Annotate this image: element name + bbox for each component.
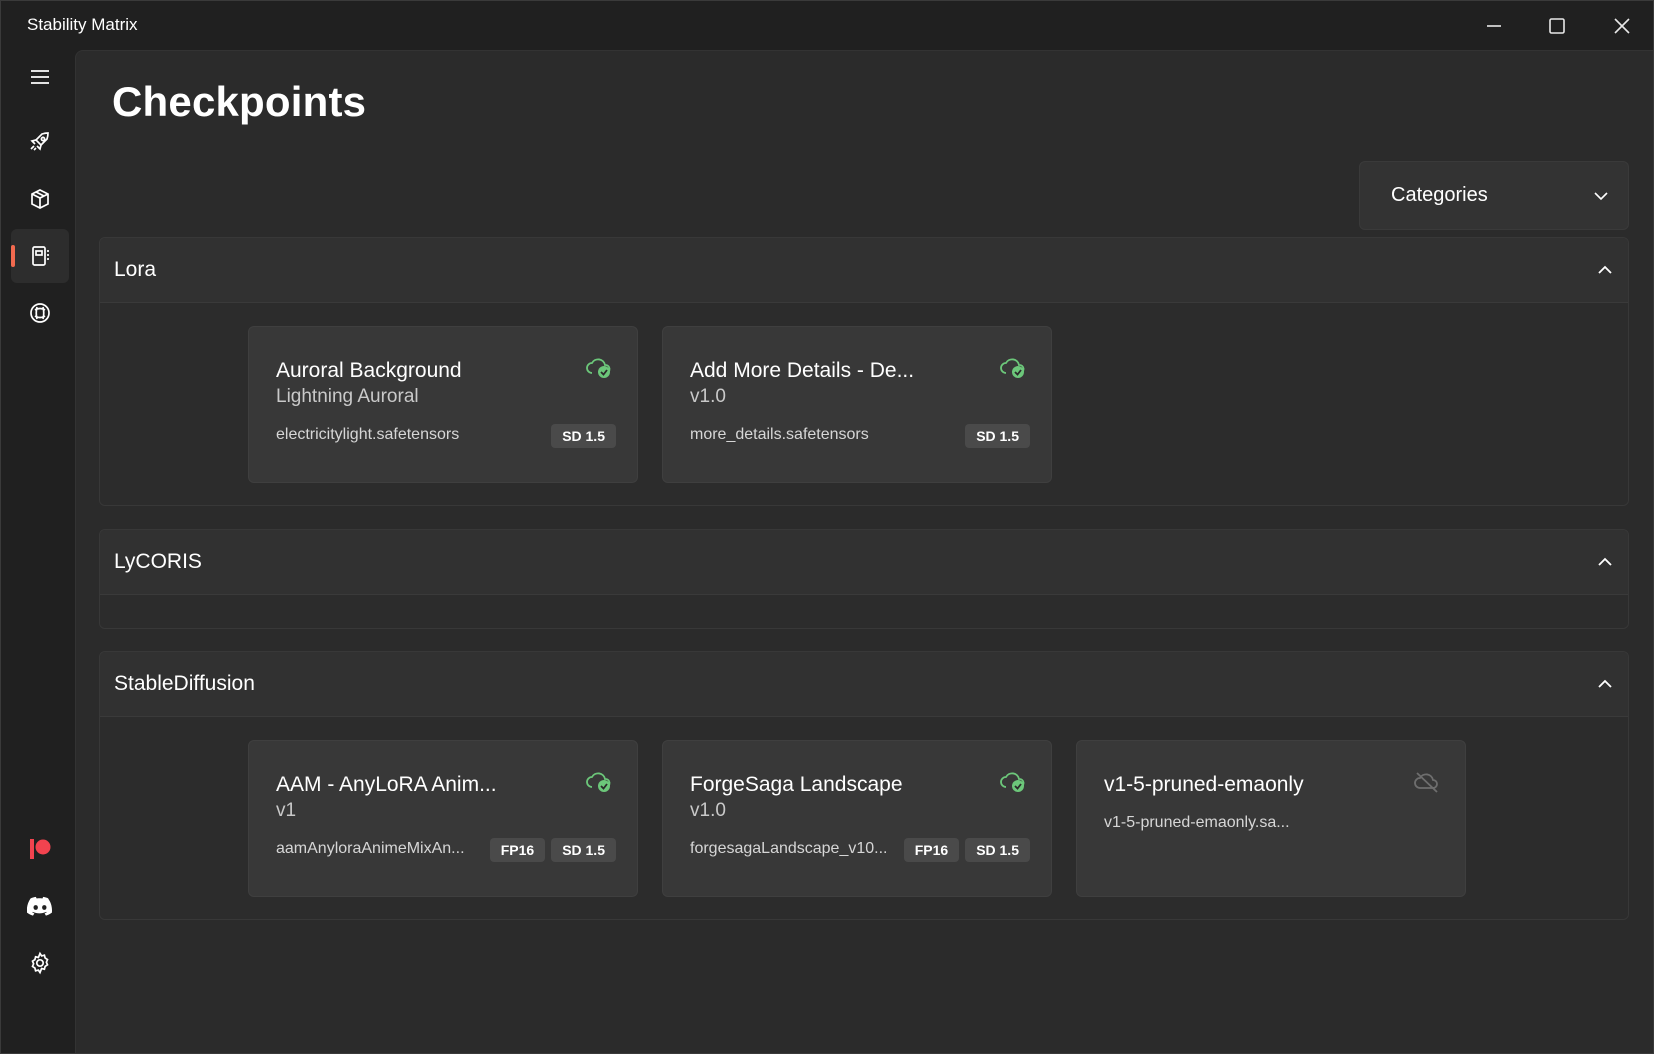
model-subtitle: v1: [276, 800, 297, 821]
sidebar-item-launch[interactable]: [11, 115, 69, 169]
group-title: StableDiffusion: [114, 672, 255, 695]
main-content: Checkpoints Categories Lora Auroral Back…: [75, 50, 1653, 1053]
model-filename: forgesagaLandscape_v10...: [690, 840, 888, 857]
base-model-badge: SD 1.5: [965, 424, 1030, 448]
page-title: Checkpoints: [112, 78, 367, 125]
app-title: Stability Matrix: [27, 15, 138, 34]
sidebar-item-settings[interactable]: [11, 936, 69, 990]
base-model-badge: SD 1.5: [965, 838, 1030, 862]
sidebar-item-checkpoints[interactable]: [11, 229, 69, 283]
sidebar-menu-toggle[interactable]: [11, 50, 69, 104]
sidebar-item-discord[interactable]: [11, 879, 69, 933]
group-header-lycoris[interactable]: LyCORIS: [100, 530, 1628, 595]
chevron-up-icon[interactable]: [1596, 553, 1614, 571]
precision-badge: FP16: [903, 838, 960, 862]
title-bar: Stability Matrix: [1, 1, 1653, 50]
group-title: Lora: [114, 258, 157, 281]
maximize-button[interactable]: [1524, 1, 1590, 50]
badge-list: SD 1.5: [965, 424, 1030, 448]
model-filename: aamAnyloraAnimeMixAn...: [276, 840, 465, 857]
categories-dropdown[interactable]: Categories: [1359, 161, 1629, 230]
model-filename: electricitylight.safetensors: [276, 426, 460, 443]
badge-list: FP16 SD 1.5: [903, 838, 1030, 862]
chevron-up-icon[interactable]: [1596, 675, 1614, 693]
minimize-icon: [1487, 24, 1501, 27]
model-filename: v1-5-pruned-emaonly.sa...: [1104, 814, 1290, 831]
badge-list: SD 1.5: [551, 424, 616, 448]
model-card[interactable]: AAM - AnyLoRA Anim... v1 aamAnyloraAnime…: [248, 740, 638, 897]
cloud-check-icon[interactable]: [999, 356, 1027, 380]
model-card[interactable]: v1-5-pruned-emaonly v1-5-pruned-emaonly.…: [1076, 740, 1466, 897]
model-card[interactable]: ForgeSaga Landscape v1.0 forgesagaLandsc…: [662, 740, 1052, 897]
group-body-stablediffusion: AAM - AnyLoRA Anim... v1 aamAnyloraAnime…: [100, 717, 1628, 919]
patreon-icon: [30, 839, 51, 859]
model-card[interactable]: Add More Details - De... v1.0 more_detai…: [662, 326, 1052, 483]
group-body-lora: Auroral Background Lightning Auroral ele…: [100, 303, 1628, 505]
close-button[interactable]: [1589, 1, 1653, 50]
close-icon: [1614, 17, 1630, 34]
group-lycoris: LyCORIS: [99, 529, 1629, 629]
gear-icon: [31, 951, 49, 975]
cloud-check-icon[interactable]: [999, 770, 1027, 794]
rocket-icon: [30, 132, 49, 151]
group-stablediffusion: StableDiffusion AAM - AnyLoRA Anim... v1…: [99, 651, 1629, 920]
group-header-stablediffusion[interactable]: StableDiffusion: [100, 652, 1628, 717]
model-subtitle: Lightning Auroral: [276, 386, 419, 407]
group-body-lycoris: [100, 595, 1628, 628]
model-title: v1-5-pruned-emaonly: [1104, 773, 1304, 796]
maximize-icon: [1549, 17, 1565, 34]
sidebar: [1, 50, 75, 1053]
model-title: Auroral Background: [276, 359, 462, 382]
chevron-up-icon[interactable]: [1596, 261, 1614, 279]
model-filename: more_details.safetensors: [690, 426, 869, 443]
group-title: LyCORIS: [114, 550, 202, 573]
cloud-off-icon[interactable]: [1413, 770, 1441, 794]
hamburger-icon: [31, 70, 49, 84]
model-subtitle: v1.0: [690, 386, 726, 407]
civitai-icon: [30, 303, 50, 323]
group-lora: Lora Auroral Background Lightning Aurora…: [99, 237, 1629, 506]
model-title: AAM - AnyLoRA Anim...: [276, 773, 497, 796]
model-title: ForgeSaga Landscape: [690, 773, 903, 796]
sidebar-item-model-browser[interactable]: [11, 286, 69, 340]
base-model-badge: SD 1.5: [551, 838, 616, 862]
model-card[interactable]: Auroral Background Lightning Auroral ele…: [248, 326, 638, 483]
cloud-check-icon[interactable]: [585, 770, 613, 794]
box-icon: [31, 189, 49, 209]
minimize-button[interactable]: [1461, 1, 1527, 50]
discord-icon: [27, 896, 53, 916]
group-header-lora[interactable]: Lora: [100, 238, 1628, 303]
cloud-check-icon[interactable]: [585, 356, 613, 380]
sidebar-item-packages[interactable]: [11, 172, 69, 226]
categories-label: Categories: [1391, 184, 1488, 206]
sidebar-item-patreon[interactable]: [11, 822, 69, 876]
model-title: Add More Details - De...: [690, 359, 915, 382]
notebook-icon: [32, 246, 49, 266]
base-model-badge: SD 1.5: [551, 424, 616, 448]
app-window: Stability Matrix Checkpoints Categories …: [0, 0, 1654, 1054]
badge-list: FP16 SD 1.5: [489, 838, 616, 862]
model-subtitle: v1.0: [690, 800, 726, 821]
precision-badge: FP16: [489, 838, 546, 862]
chevron-down-icon: [1594, 191, 1608, 200]
